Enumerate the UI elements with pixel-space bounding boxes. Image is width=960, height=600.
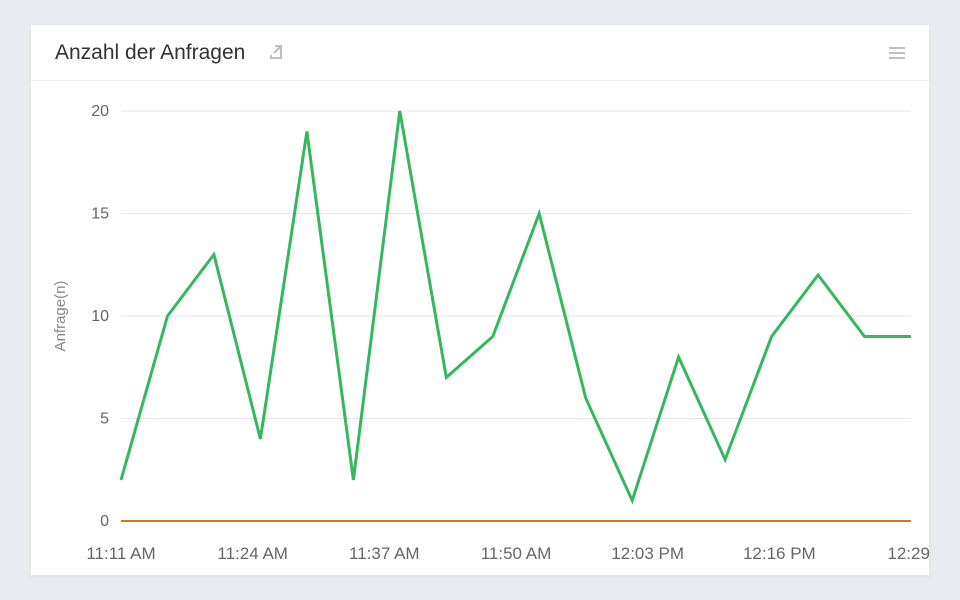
x-tick-label: 11:24 AM xyxy=(217,544,288,563)
x-tick-label: 11:11 AM xyxy=(86,544,155,563)
x-tick-label: 12:29. xyxy=(887,544,931,563)
chart-area: 0 5 10 15 20 Anfrage(n) 11:11 AM 11:24 AM 11:37 … xyxy=(31,81,929,575)
card-header: Anzahl der Anfragen xyxy=(31,25,929,81)
chart-card: Anzahl der Anfragen 0 5 10 15 20 Anfrage(n) 11… xyxy=(30,24,930,576)
x-tick-label: 12:16 PM xyxy=(743,544,816,563)
y-tick-label: 0 xyxy=(100,513,109,530)
x-tick-label: 11:50 AM xyxy=(481,544,552,563)
y-tick-label: 15 xyxy=(91,206,109,223)
chart-title: Anzahl der Anfragen xyxy=(55,41,245,65)
series-line-main xyxy=(121,111,911,501)
hamburger-menu-icon[interactable] xyxy=(889,47,905,59)
y-axis-label: Anfrage(n) xyxy=(52,281,69,352)
x-tick-label: 11:37 AM xyxy=(349,544,420,563)
line-chart: 0 5 10 15 20 Anfrage(n) 11:11 AM 11:24 AM 11:37 … xyxy=(31,81,931,577)
y-tick-label: 20 xyxy=(91,103,109,120)
x-tick-label: 12:03 PM xyxy=(611,544,684,563)
popout-icon[interactable] xyxy=(267,44,285,62)
y-tick-label: 5 xyxy=(100,411,109,428)
y-tick-label: 10 xyxy=(91,308,109,325)
